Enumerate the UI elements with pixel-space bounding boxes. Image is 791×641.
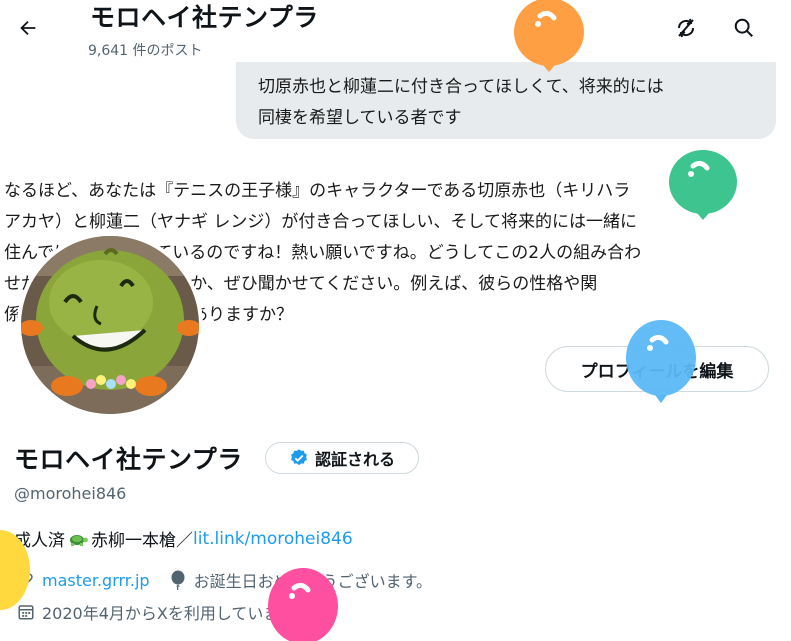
joined-row: 2020年4月からXを利用しています (16, 600, 295, 624)
user-message-line: 同棲を希望している者です (258, 108, 462, 128)
user-handle: @morohei846 (14, 484, 127, 503)
ai-reply-line: なるほど、あなたは『テニスの王子様』のキャラクターである切原赤也（キリハラ (4, 181, 631, 201)
display-name: モロヘイ社テンプラ (14, 445, 243, 474)
get-verified-button[interactable]: 認証される (265, 442, 419, 474)
user-message-line: 切原赤也と柳蓮二に付き合ってほしくて、将来的には (258, 77, 664, 97)
avatar[interactable] (17, 232, 203, 418)
no-sync-button[interactable] (668, 10, 704, 46)
balloon-icon (168, 570, 188, 590)
verify-label: 認証される (314, 450, 395, 469)
balloon-orange (514, 0, 584, 72)
page-title: モロヘイ社テンプラ (90, 3, 319, 32)
website-link[interactable]: master.grrr.jp (42, 571, 150, 590)
user-message-bubble: 切原赤也と柳蓮二に付き合ってほしくて、将来的には 同棲を希望している者です (236, 62, 776, 139)
search-button[interactable] (726, 10, 762, 46)
balloon-green (669, 150, 737, 220)
back-button[interactable] (10, 10, 46, 46)
balloon-blue (626, 320, 696, 403)
back-arrow-icon (20, 20, 36, 36)
search-icon (734, 18, 753, 37)
bio: 成人済 赤柳一本槍／ lit.link/morohei846 (14, 526, 353, 552)
bio-link[interactable]: lit.link/morohei846 (193, 529, 353, 549)
profile-meta-row: master.grrr.jp お誕生日おめでとうございます。 (16, 568, 432, 592)
balloon-pink (268, 568, 338, 641)
no-sync-icon (677, 18, 695, 38)
bio-text: 赤柳一本槍／ (91, 531, 193, 551)
top-bar: モロヘイ社テンプラ 9,641 件のポスト (0, 0, 791, 62)
post-count: 9,641 件のポスト (88, 43, 203, 59)
balloon-yellow (0, 530, 30, 610)
verified-badge-icon (291, 449, 307, 466)
turtle-emoji-icon (70, 534, 88, 546)
joined-text: 2020年4月からXを利用しています (42, 604, 296, 623)
avatar-image (21, 236, 199, 414)
